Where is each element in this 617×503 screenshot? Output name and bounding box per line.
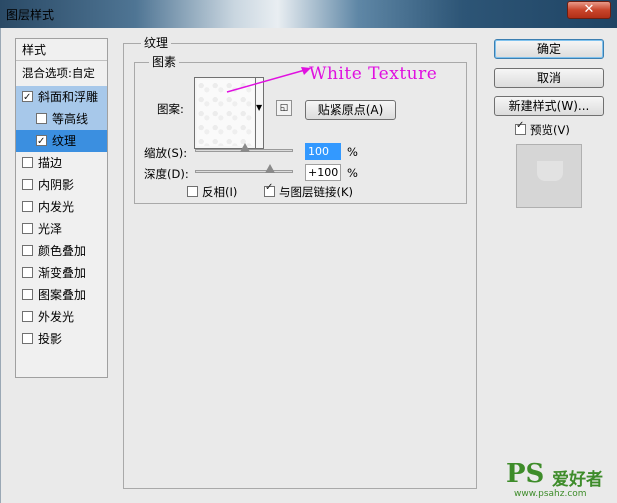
new-preset-icon[interactable]: ◱	[276, 100, 292, 116]
inner-shadow-checkbox[interactable]	[22, 179, 33, 190]
scale-unit: %	[347, 145, 358, 159]
watermark-url: www.psahz.com	[514, 489, 587, 499]
style-item-gradient-overlay[interactable]: 渐变叠加	[16, 262, 107, 284]
window-title: 图层样式	[6, 8, 55, 22]
style-item-label: 渐变叠加	[38, 266, 87, 280]
scale-slider-thumb[interactable]	[240, 143, 250, 152]
link-with-layer-label: 与图层链接(K)	[279, 185, 354, 199]
preview-option[interactable]: 预览(V)	[515, 120, 570, 138]
preview-checkbox[interactable]	[515, 120, 526, 135]
title-bar: 图层样式 ✕	[0, 0, 617, 28]
styles-header[interactable]: 样式	[16, 39, 107, 61]
watermark-cn: 爱好者	[552, 470, 603, 490]
style-item-label: 颜色叠加	[38, 244, 87, 258]
depth-label: 深度(D):	[144, 167, 189, 181]
close-button[interactable]: ✕	[567, 1, 611, 19]
texture-checkbox[interactable]	[36, 131, 47, 152]
cancel-button[interactable]: 取消	[494, 68, 604, 88]
drop-shadow-checkbox[interactable]	[22, 333, 33, 344]
inner-glow-checkbox[interactable]	[22, 201, 33, 212]
style-preview	[516, 144, 582, 208]
depth-unit: %	[347, 166, 358, 180]
style-item-pattern-overlay[interactable]: 图案叠加	[16, 284, 107, 306]
chevron-down-icon[interactable]: ▼	[256, 103, 262, 112]
watermark-logo: PS 爱好者 www.psahz.com	[506, 459, 617, 503]
style-item-label: 等高线	[52, 112, 89, 126]
style-item-label: 外发光	[38, 310, 75, 324]
new-style-button[interactable]: 新建样式(W)...	[494, 96, 604, 116]
depth-input[interactable]: +100	[305, 164, 341, 181]
style-item-texture[interactable]: 纹理	[16, 130, 107, 152]
style-item-satin[interactable]: 光泽	[16, 218, 107, 240]
stroke-checkbox[interactable]	[22, 157, 33, 168]
annotation-text: White Texture	[309, 64, 438, 84]
pattern-overlay-checkbox[interactable]	[22, 289, 33, 300]
style-item-label: 内阴影	[38, 178, 75, 192]
style-item-drop-shadow[interactable]: 投影	[16, 328, 107, 350]
elements-subgroup-title: 图素	[149, 55, 180, 69]
gradient-overlay-checkbox[interactable]	[22, 267, 33, 278]
contour-checkbox[interactable]	[36, 113, 47, 124]
style-item-label: 纹理	[52, 134, 77, 148]
color-overlay-checkbox[interactable]	[22, 245, 33, 256]
style-item-label: 投影	[38, 332, 63, 346]
dialog-body: 样式 混合选项:自定 斜面和浮雕 等高线 纹理 描边 内阴影 内发光 光泽 颜色…	[0, 28, 617, 503]
pattern-label: 图案:	[157, 102, 184, 116]
style-item-stroke[interactable]: 描边	[16, 152, 107, 174]
style-item-label: 描边	[38, 156, 63, 170]
satin-checkbox[interactable]	[22, 223, 33, 234]
style-item-label: 斜面和浮雕	[38, 90, 99, 104]
link-with-layer-checkbox[interactable]	[264, 182, 275, 197]
style-item-contour[interactable]: 等高线	[16, 108, 107, 130]
invert-checkbox[interactable]	[187, 186, 198, 197]
style-item-label: 图案叠加	[38, 288, 87, 302]
depth-slider-thumb[interactable]	[265, 164, 275, 173]
blend-options-item[interactable]: 混合选项:自定	[16, 62, 107, 84]
scale-value: 100	[308, 145, 329, 158]
preview-label: 预览(V)	[530, 123, 570, 137]
preview-shape	[537, 161, 563, 181]
style-item-bevel-emboss[interactable]: 斜面和浮雕	[16, 86, 107, 108]
invert-option[interactable]: 反相(I)	[187, 184, 237, 200]
bevel-emboss-checkbox[interactable]	[22, 87, 33, 108]
style-item-inner-shadow[interactable]: 内阴影	[16, 174, 107, 196]
outer-glow-checkbox[interactable]	[22, 311, 33, 322]
style-item-outer-glow[interactable]: 外发光	[16, 306, 107, 328]
style-item-label: 内发光	[38, 200, 75, 214]
style-item-inner-glow[interactable]: 内发光	[16, 196, 107, 218]
styles-list: 样式 混合选项:自定 斜面和浮雕 等高线 纹理 描边 内阴影 内发光 光泽 颜色…	[15, 38, 108, 378]
annotation-arrow	[226, 67, 311, 93]
depth-value: +100	[308, 166, 339, 179]
texture-group-title: 纹理	[141, 36, 172, 50]
style-item-label: 光泽	[38, 222, 63, 236]
scale-label: 缩放(S):	[144, 146, 188, 160]
watermark-brand: PS	[506, 459, 545, 489]
depth-slider[interactable]	[195, 164, 293, 173]
style-item-color-overlay[interactable]: 颜色叠加	[16, 240, 107, 262]
close-icon: ✕	[583, 2, 595, 17]
invert-label: 反相(I)	[202, 185, 238, 199]
ok-button[interactable]: 确定	[494, 39, 604, 59]
scale-input[interactable]: 100	[305, 143, 341, 160]
snap-to-origin-button[interactable]: 贴紧原点(A)	[305, 100, 396, 120]
scale-slider[interactable]	[195, 143, 293, 152]
link-with-layer-option[interactable]: 与图层链接(K)	[264, 182, 354, 200]
